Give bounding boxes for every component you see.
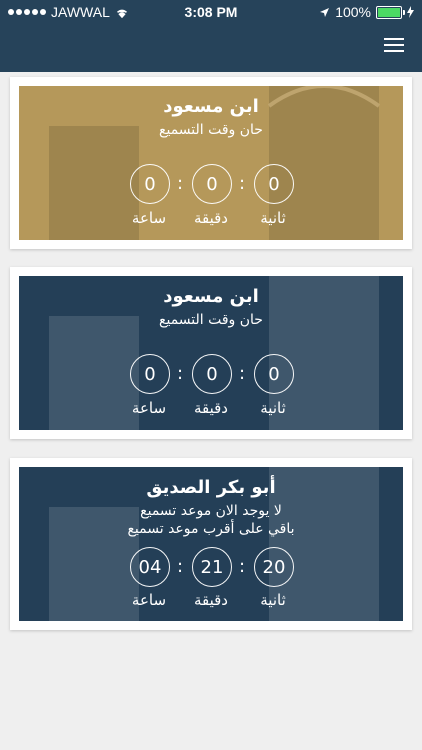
minutes-value: 21 (192, 547, 232, 587)
seconds-value: 20 (254, 547, 294, 587)
status-message: حان وقت التسميع (159, 312, 263, 328)
circle-panel: أبو بكر الصديق لا يوجد الان موعد تسميع ب… (19, 467, 403, 621)
circle-card[interactable]: أبو بكر الصديق لا يوجد الان موعد تسميع ب… (10, 458, 412, 630)
time-separator: : (176, 363, 184, 384)
battery-percent: 100% (335, 4, 371, 20)
battery-icon (376, 5, 405, 19)
seconds-label: ثانية (260, 399, 286, 417)
seconds-label: ثانية (260, 591, 286, 609)
circle-card[interactable]: ابن مسعود حان وقت التسميع 0 : 0 : 0 ساعة… (10, 77, 412, 249)
minutes-label: دقيقة (193, 591, 228, 609)
status-bar: JAWWAL 3:08 PM 100% (0, 0, 422, 24)
seconds-label: ثانية (260, 209, 286, 227)
minutes-value: 0 (192, 164, 232, 204)
circle-card[interactable]: ابن مسعود حان وقت التسميع 0 : 0 : 0 ساعة… (10, 267, 412, 439)
hours-label: ساعة (131, 399, 167, 417)
hours-value: 0 (130, 164, 170, 204)
hours-label: ساعة (131, 209, 167, 227)
time-separator: : (238, 556, 246, 577)
time-separator: : (176, 556, 184, 577)
circle-panel: ابن مسعود حان وقت التسميع 0 : 0 : 0 ساعة… (19, 276, 403, 430)
seconds-value: 0 (254, 354, 294, 394)
circle-panel: ابن مسعود حان وقت التسميع 0 : 0 : 0 ساعة… (19, 86, 403, 240)
status-message: لا يوجد الان موعد تسميع (140, 503, 282, 519)
location-arrow-icon (320, 7, 330, 17)
seconds-value: 0 (254, 164, 294, 204)
hours-label: ساعة (131, 591, 167, 609)
charging-icon (407, 6, 414, 18)
next-session-message: باقي على أقرب موعد تسميع (127, 521, 295, 537)
app-header: JAWWAL 3:08 PM 100% (0, 0, 422, 72)
minutes-label: دقيقة (193, 209, 228, 227)
status-message: حان وقت التسميع (159, 122, 263, 138)
circle-name: أبو بكر الصديق (146, 477, 276, 498)
minutes-label: دقيقة (193, 399, 228, 417)
circle-name: ابن مسعود (163, 96, 259, 117)
minutes-value: 0 (192, 354, 232, 394)
time-separator: : (176, 173, 184, 194)
time-separator: : (238, 363, 246, 384)
hours-value: 04 (130, 547, 170, 587)
circle-name: ابن مسعود (163, 286, 259, 307)
menu-icon[interactable] (384, 38, 404, 54)
hours-value: 0 (130, 354, 170, 394)
time-separator: : (238, 173, 246, 194)
